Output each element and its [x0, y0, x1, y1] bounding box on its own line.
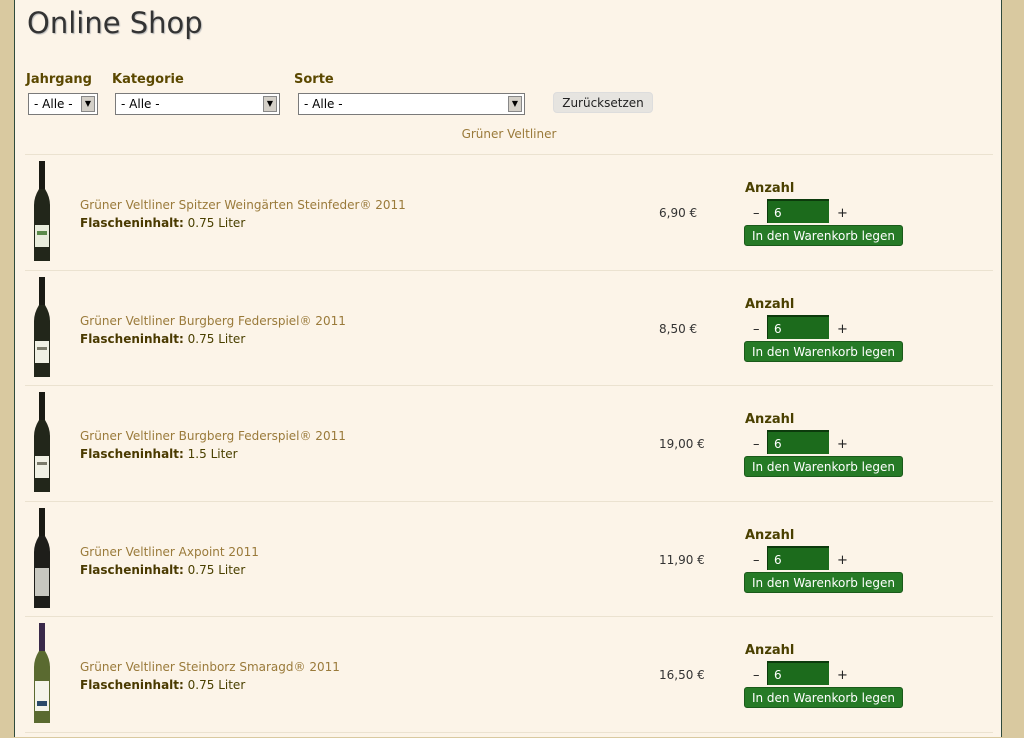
- plus-icon[interactable]: +: [837, 206, 848, 221]
- wine-bottle-image[interactable]: [31, 392, 53, 492]
- content-value: 0.75 Liter: [187, 678, 246, 692]
- product-price: 6,90 €: [659, 206, 698, 220]
- plus-icon[interactable]: +: [837, 437, 848, 452]
- add-to-cart-button[interactable]: In den Warenkorb legen: [744, 225, 903, 246]
- sorte-select[interactable]: - Alle - ▼: [298, 93, 525, 115]
- content-label: Flascheninhalt:: [80, 563, 184, 577]
- chevron-down-icon[interactable]: ▼: [508, 96, 522, 112]
- qty-input[interactable]: 6: [767, 199, 829, 223]
- product-name[interactable]: Grüner Veltliner Steinborz Smaragd® 2011: [80, 660, 340, 674]
- content-value: 0.75 Liter: [187, 216, 246, 230]
- product-name[interactable]: Grüner Veltliner Spitzer Weingärten Stei…: [80, 198, 406, 212]
- filter-label-kategorie: Kategorie: [112, 72, 184, 87]
- product-content: Flascheninhalt: 0.75 Liter: [80, 216, 245, 230]
- content-label: Flascheninhalt:: [80, 216, 184, 230]
- content-label: Flascheninhalt:: [80, 678, 184, 692]
- minus-icon[interactable]: –: [753, 668, 760, 683]
- qty-label: Anzahl: [745, 181, 795, 196]
- add-to-cart-button[interactable]: In den Warenkorb legen: [744, 572, 903, 593]
- qty-label: Anzahl: [745, 528, 795, 543]
- chevron-down-icon[interactable]: ▼: [263, 96, 277, 112]
- product-content: Flascheninhalt: 1.5 Liter: [80, 447, 238, 461]
- product-price: 16,50 €: [659, 668, 705, 682]
- filter-label-sorte: Sorte: [294, 72, 334, 87]
- minus-icon[interactable]: –: [753, 322, 760, 337]
- product-content: Flascheninhalt: 0.75 Liter: [80, 563, 245, 577]
- content-value: 0.75 Liter: [187, 332, 246, 346]
- add-to-cart-button[interactable]: In den Warenkorb legen: [744, 456, 903, 477]
- wine-bottle-image[interactable]: [31, 623, 53, 723]
- jahrgang-select[interactable]: - Alle - ▼: [28, 93, 98, 115]
- plus-icon[interactable]: +: [837, 553, 848, 568]
- qty-label: Anzahl: [745, 297, 795, 312]
- add-to-cart-button[interactable]: In den Warenkorb legen: [744, 341, 903, 362]
- minus-icon[interactable]: –: [753, 437, 760, 452]
- filter-label-jahrgang: Jahrgang: [26, 72, 92, 87]
- product-content: Flascheninhalt: 0.75 Liter: [80, 678, 245, 692]
- content-label: Flascheninhalt:: [80, 447, 184, 461]
- qty-label: Anzahl: [745, 412, 795, 427]
- sorte-select-value: - Alle -: [304, 97, 343, 111]
- product-price: 8,50 €: [659, 322, 698, 336]
- row-divider: [25, 732, 993, 738]
- product-row: Grüner Veltliner Axpoint 2011 Flaschenin…: [25, 501, 993, 617]
- plus-icon[interactable]: +: [837, 668, 848, 683]
- qty-label: Anzahl: [745, 643, 795, 658]
- wine-bottle-image[interactable]: [31, 277, 53, 377]
- shop-page: Online Shop Jahrgang Kategorie Sorte - A…: [14, 0, 1002, 737]
- minus-icon[interactable]: –: [753, 206, 760, 221]
- product-content: Flascheninhalt: 0.75 Liter: [80, 332, 245, 346]
- product-price: 11,90 €: [659, 553, 705, 567]
- minus-icon[interactable]: –: [753, 553, 760, 568]
- content-value: 1.5 Liter: [187, 447, 238, 461]
- plus-icon[interactable]: +: [837, 322, 848, 337]
- product-row: Grüner Veltliner Burgberg Federspiel® 20…: [25, 385, 993, 501]
- wine-bottle-image[interactable]: [31, 508, 53, 608]
- kategorie-select[interactable]: - Alle - ▼: [115, 93, 280, 115]
- page-title: Online Shop: [27, 6, 203, 40]
- add-to-cart-button[interactable]: In den Warenkorb legen: [744, 687, 903, 708]
- product-name[interactable]: Grüner Veltliner Burgberg Federspiel® 20…: [80, 429, 346, 443]
- product-name[interactable]: Grüner Veltliner Burgberg Federspiel® 20…: [80, 314, 346, 328]
- product-row: Grüner Veltliner Steinborz Smaragd® 2011…: [25, 616, 993, 732]
- category-heading: Grüner Veltliner: [461, 127, 557, 141]
- qty-input[interactable]: 6: [767, 430, 829, 454]
- chevron-down-icon[interactable]: ▼: [81, 96, 95, 112]
- content-label: Flascheninhalt:: [80, 332, 184, 346]
- qty-input[interactable]: 6: [767, 315, 829, 339]
- qty-input[interactable]: 6: [767, 546, 829, 570]
- qty-input[interactable]: 6: [767, 661, 829, 685]
- content-value: 0.75 Liter: [187, 563, 246, 577]
- product-row: Grüner Veltliner Burgberg Federspiel® 20…: [25, 270, 993, 386]
- product-price: 19,00 €: [659, 437, 705, 451]
- reset-button[interactable]: Zurücksetzen: [553, 92, 653, 113]
- product-row: Grüner Veltliner Spitzer Weingärten Stei…: [25, 154, 993, 270]
- kategorie-select-value: - Alle -: [121, 97, 160, 111]
- jahrgang-select-value: - Alle -: [34, 97, 73, 111]
- wine-bottle-image[interactable]: [31, 161, 53, 261]
- product-name[interactable]: Grüner Veltliner Axpoint 2011: [80, 545, 259, 559]
